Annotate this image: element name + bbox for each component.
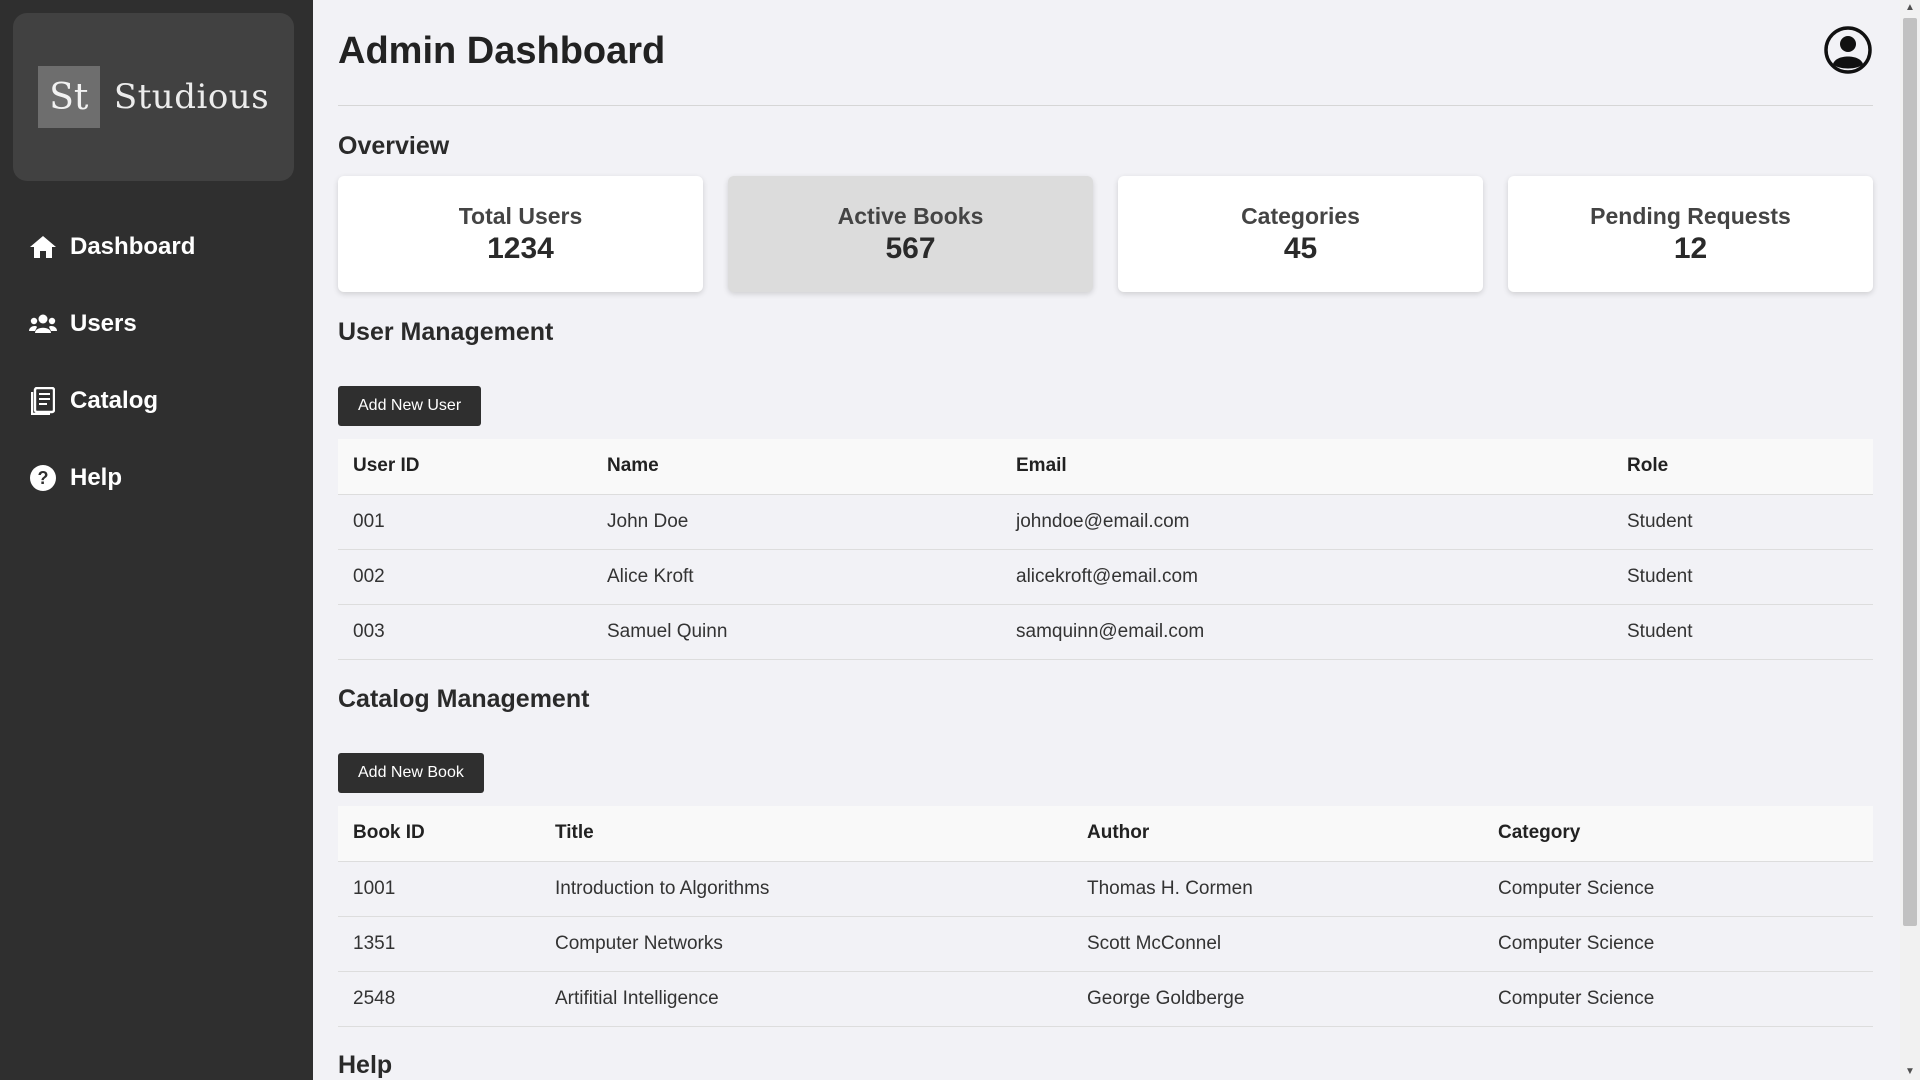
- table-cell: Computer Science: [1483, 970, 1873, 1027]
- table-cell: John Doe: [592, 493, 1001, 549]
- svg-text:?: ?: [38, 468, 49, 488]
- add-book-button[interactable]: Add New Book: [338, 753, 484, 793]
- table-row[interactable]: 2548 Artifitial Intelligence George Gold…: [338, 970, 1873, 1027]
- stat-label: Pending Requests: [1590, 202, 1791, 229]
- table-cell: Computer Networks: [540, 915, 1072, 971]
- users-icon: [29, 310, 57, 338]
- sidebar-item-users[interactable]: Users: [0, 285, 313, 362]
- overview-title: Overview: [338, 132, 450, 160]
- column-header[interactable]: User ID: [338, 439, 592, 494]
- stat-card-total-users[interactable]: Total Users 1234: [338, 176, 703, 292]
- table-cell: 001: [338, 493, 592, 549]
- table-row[interactable]: 003 Samuel Quinn samquinn@email.com Stud…: [338, 603, 1873, 660]
- sidebar-nav: Dashboard Users Catalog ? Help: [0, 208, 313, 516]
- overview-cards: Total Users 1234 Active Books 567 Catego…: [338, 176, 1873, 292]
- main-content: Admin Dashboard Overview Total Users 123…: [338, 0, 1873, 1080]
- table-cell: johndoe@email.com: [1001, 493, 1612, 549]
- table-cell: George Goldberge: [1072, 970, 1483, 1027]
- table-row[interactable]: 002 Alice Kroft alicekroft@email.com Stu…: [338, 548, 1873, 604]
- user-circle-icon[interactable]: [1823, 25, 1873, 75]
- column-header[interactable]: Category: [1483, 806, 1873, 861]
- help-title: Help: [338, 1051, 393, 1079]
- table-cell: 2548: [338, 970, 540, 1027]
- table-header-row: Book ID Title Author Category: [338, 806, 1873, 861]
- logo-mark: St: [37, 66, 100, 128]
- table-cell: alicekroft@email.com: [1001, 548, 1612, 604]
- column-header[interactable]: Email: [1001, 439, 1612, 494]
- sidebar-item-label: Help: [70, 463, 123, 491]
- table-cell: samquinn@email.com: [1001, 603, 1612, 660]
- scroll-down-icon[interactable]: ▼: [1900, 1064, 1920, 1080]
- brand-logo[interactable]: St Studious: [13, 13, 294, 181]
- column-header[interactable]: Title: [540, 806, 1072, 861]
- table-row[interactable]: 1001 Introduction to Algorithms Thomas H…: [338, 860, 1873, 916]
- scroll-thumb[interactable]: [1903, 18, 1917, 926]
- stat-value: 1234: [487, 231, 554, 265]
- sidebar-item-label: Dashboard: [70, 232, 196, 260]
- table-cell: 1351: [338, 915, 540, 971]
- table-cell: Samuel Quinn: [592, 603, 1001, 660]
- user-management-title: User Management: [338, 318, 554, 346]
- table-cell: Computer Science: [1483, 860, 1873, 916]
- catalog-table: Book ID Title Author Category 1001 Intro…: [338, 806, 1873, 1027]
- table-cell: Thomas H. Cormen: [1072, 860, 1483, 916]
- table-cell: Alice Kroft: [592, 548, 1001, 604]
- table-cell: 002: [338, 548, 592, 604]
- stat-value: 567: [885, 231, 936, 265]
- catalog-management-title: Catalog Management: [338, 685, 590, 713]
- help-icon: ?: [29, 464, 57, 492]
- column-header[interactable]: Book ID: [338, 806, 540, 861]
- stat-value: 45: [1283, 231, 1318, 265]
- column-header[interactable]: Name: [592, 439, 1001, 494]
- stat-label: Active Books: [837, 202, 984, 229]
- vertical-scrollbar[interactable]: ▲ ▼: [1900, 0, 1920, 1080]
- table-cell: Student: [1612, 548, 1873, 604]
- catalog-icon: [29, 386, 57, 415]
- stat-label: Total Users: [458, 202, 583, 229]
- table-cell: 003: [338, 603, 592, 660]
- header-divider: [338, 105, 1873, 106]
- table-cell: Computer Science: [1483, 915, 1873, 971]
- sidebar-item-help[interactable]: ? Help: [0, 439, 313, 516]
- table-row[interactable]: 1351 Computer Networks Scott McConnel Co…: [338, 915, 1873, 971]
- stat-value: 12: [1673, 231, 1708, 265]
- sidebar-item-dashboard[interactable]: Dashboard: [0, 208, 313, 285]
- page-title: Admin Dashboard: [338, 30, 666, 72]
- table-cell: Introduction to Algorithms: [540, 860, 1072, 916]
- table-row[interactable]: 001 John Doe johndoe@email.com Student: [338, 493, 1873, 549]
- home-icon: [29, 233, 57, 261]
- table-cell: Student: [1612, 603, 1873, 660]
- sidebar-item-label: Catalog: [70, 386, 159, 414]
- column-header[interactable]: Role: [1612, 439, 1873, 494]
- sidebar: St Studious Dashboard Users Catalog ? He…: [0, 0, 313, 1080]
- scroll-up-icon[interactable]: ▲: [1900, 0, 1920, 16]
- users-table: User ID Name Email Role 001 John Doe joh…: [338, 439, 1873, 660]
- table-cell: Scott McConnel: [1072, 915, 1483, 971]
- table-cell: 1001: [338, 860, 540, 916]
- stat-card-categories[interactable]: Categories 45: [1118, 176, 1483, 292]
- table-header-row: User ID Name Email Role: [338, 439, 1873, 494]
- column-header[interactable]: Author: [1072, 806, 1483, 861]
- stat-card-pending-requests[interactable]: Pending Requests 12: [1508, 176, 1873, 292]
- table-cell: Artifitial Intelligence: [540, 970, 1072, 1027]
- sidebar-item-label: Users: [70, 309, 137, 337]
- add-user-button[interactable]: Add New User: [338, 386, 482, 426]
- logo-text: Studious: [113, 77, 270, 117]
- sidebar-item-catalog[interactable]: Catalog: [0, 362, 313, 439]
- stat-card-active-books[interactable]: Active Books 567: [728, 176, 1093, 292]
- stat-label: Categories: [1241, 202, 1360, 229]
- table-cell: Student: [1612, 493, 1873, 549]
